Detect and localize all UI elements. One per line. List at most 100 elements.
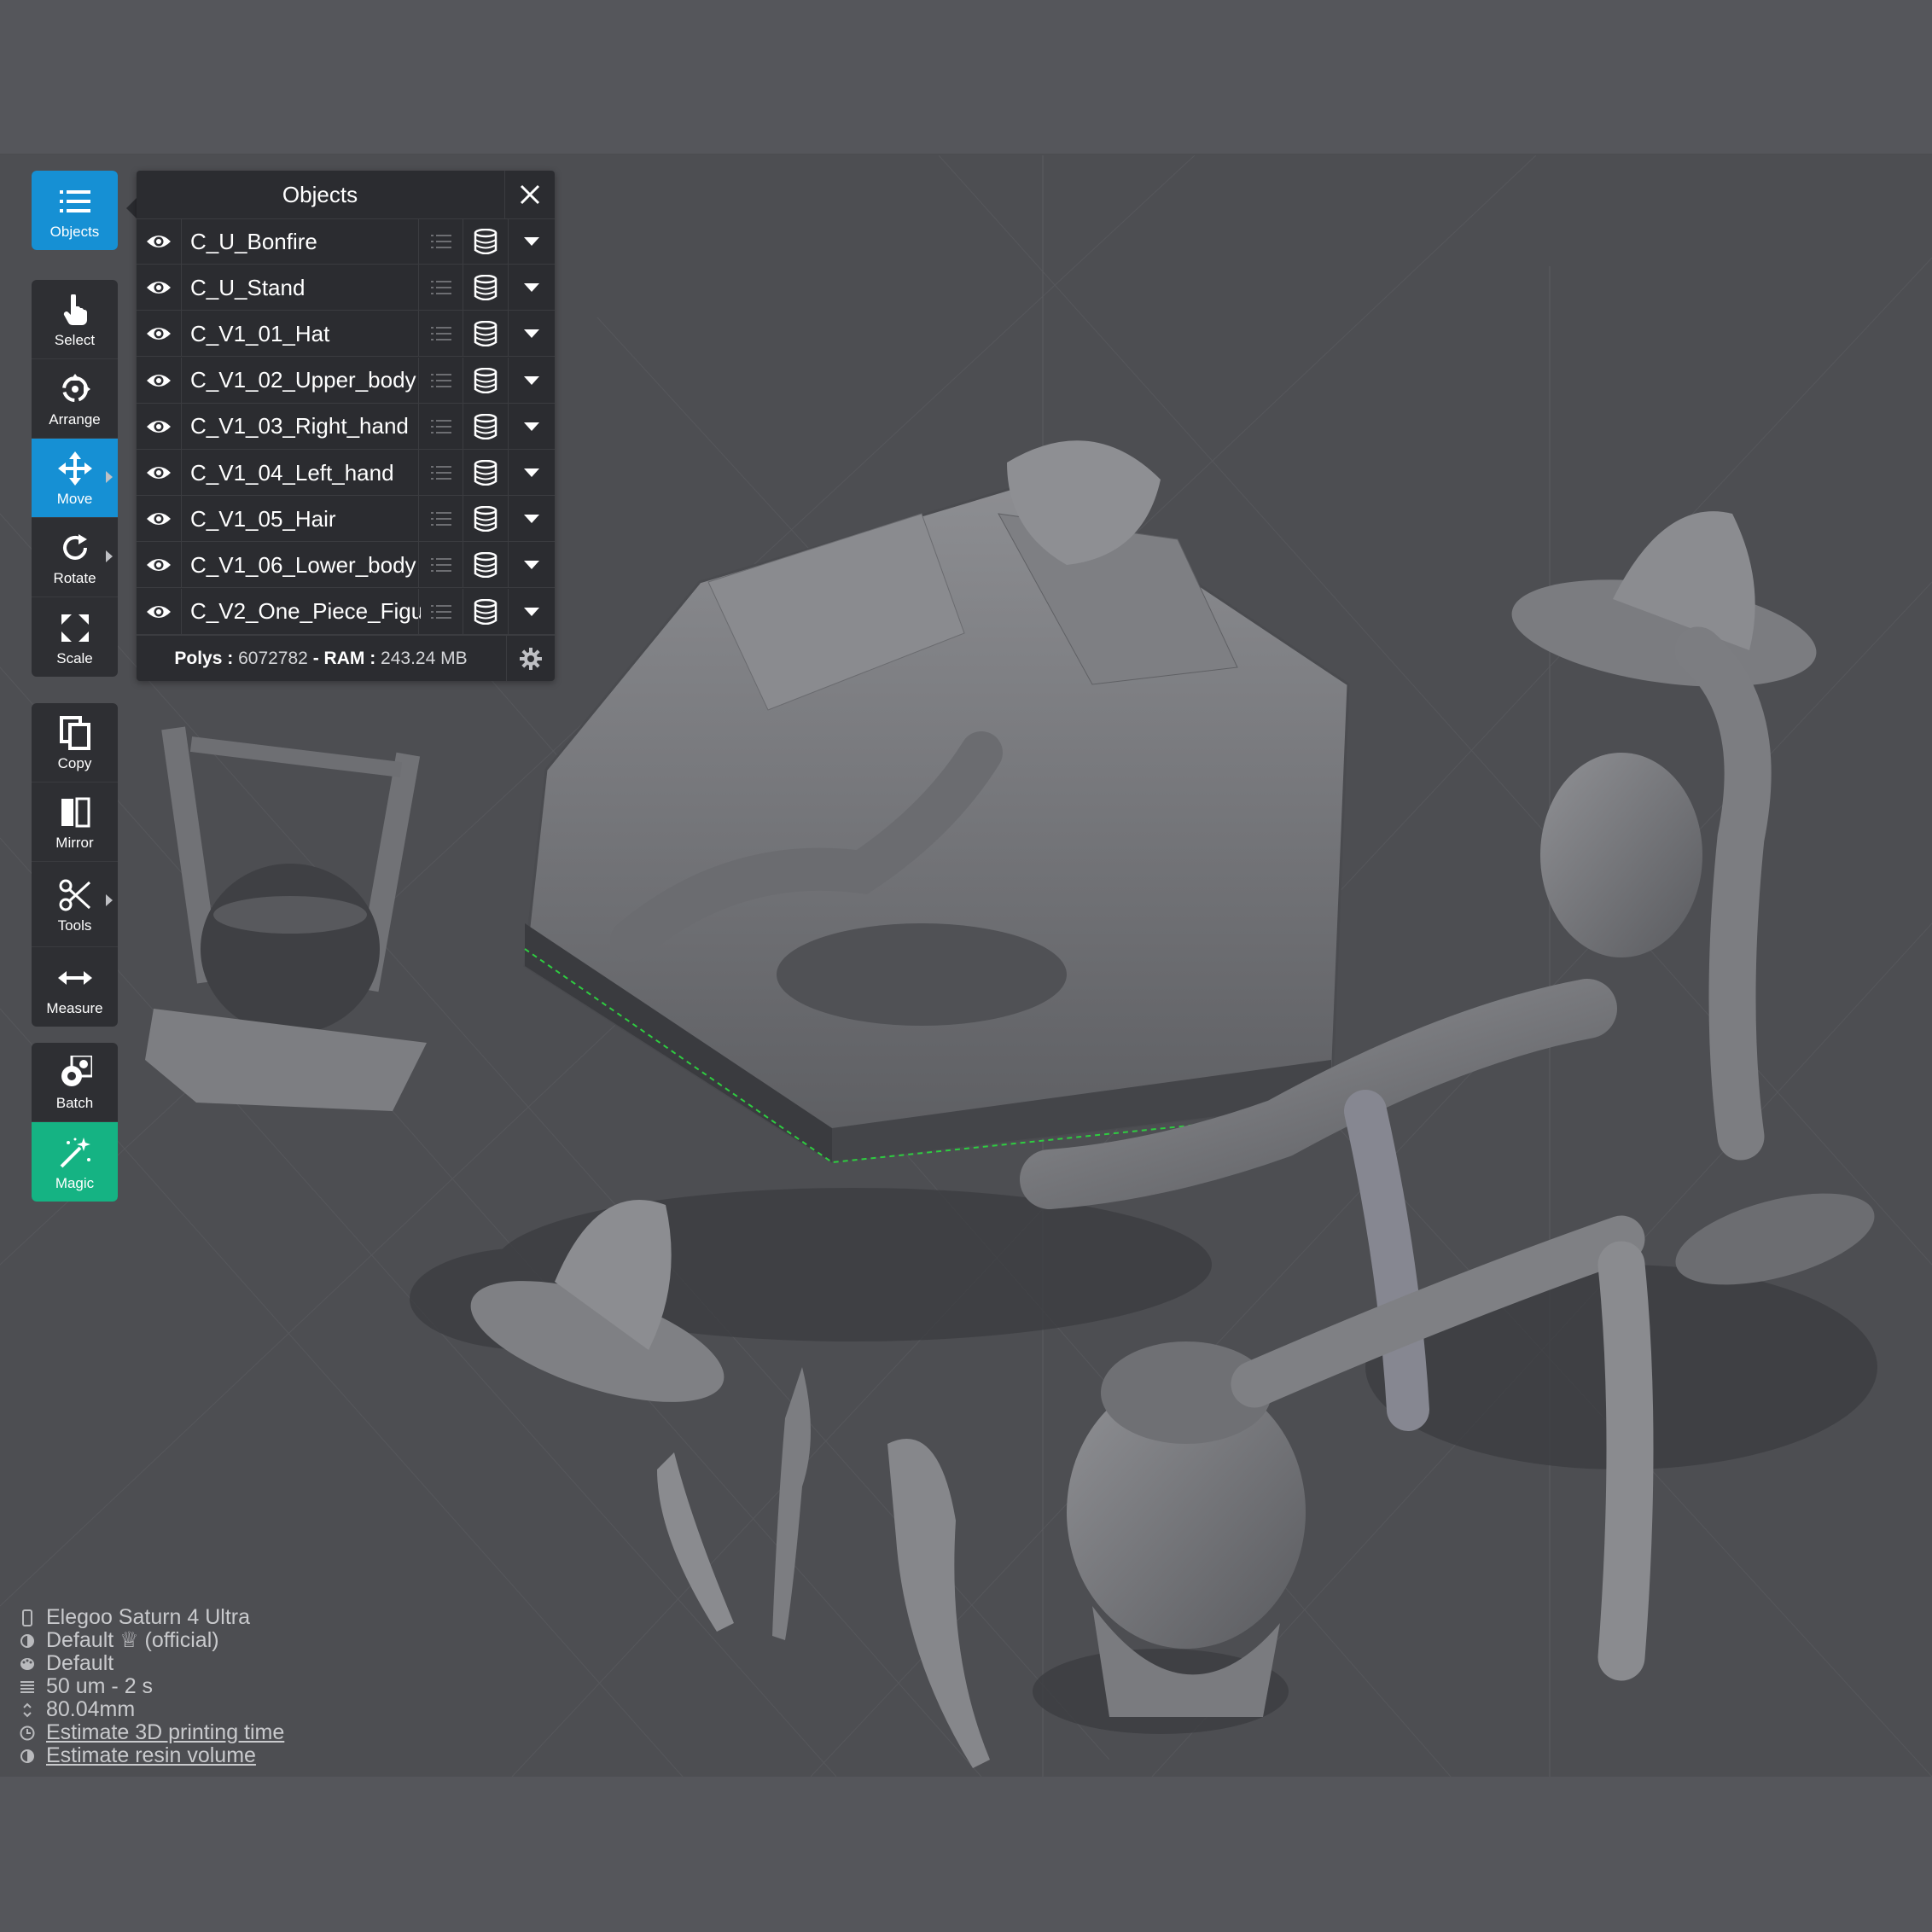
object-name-text: C_V1_03_Right_hand	[190, 413, 409, 439]
bonfire-base-diorama[interactable]	[523, 440, 1350, 1164]
object-row[interactable]: C_U_Stand	[137, 265, 555, 311]
object-support-button[interactable]	[463, 450, 509, 496]
chevron-down-icon	[524, 283, 539, 293]
eye-icon	[147, 282, 171, 294]
object-menu-button[interactable]	[418, 403, 463, 450]
object-dropdown-button[interactable]	[509, 358, 555, 404]
batch-button[interactable]: Batch	[32, 1043, 118, 1122]
object-menu-button[interactable]	[418, 542, 463, 589]
object-dropdown-button[interactable]	[509, 450, 555, 496]
object-menu-button[interactable]	[418, 218, 463, 265]
object-dropdown-button[interactable]	[509, 496, 555, 542]
object-name-text: C_V1_04_Left_hand	[190, 459, 394, 486]
object-menu-button[interactable]	[418, 265, 463, 311]
measure-button[interactable]: Measure	[32, 947, 118, 1027]
visibility-toggle[interactable]	[137, 496, 182, 543]
list-icon	[58, 184, 92, 218]
object-row[interactable]: C_V2_One_Piece_Figure	[137, 588, 555, 635]
object-support-button[interactable]	[463, 357, 509, 404]
gear-icon	[520, 648, 542, 670]
object-dropdown-button[interactable]	[509, 404, 555, 450]
tools-submenu-caret[interactable]	[106, 894, 113, 906]
estimate-resin-link[interactable]: Estimate resin volume	[46, 1744, 256, 1767]
cylinder-icon	[474, 413, 498, 439]
polys-value: 6072782	[238, 649, 308, 668]
estimate-time-line[interactable]: Estimate 3D printing time	[19, 1721, 284, 1744]
object-menu-button[interactable]	[418, 588, 463, 635]
object-support-button[interactable]	[463, 265, 509, 311]
magic-button[interactable]: Magic	[32, 1122, 118, 1202]
visibility-toggle[interactable]	[137, 403, 182, 450]
estimate-resin-line[interactable]: Estimate resin volume	[19, 1744, 284, 1767]
objects-button[interactable]: Objects	[32, 171, 118, 250]
close-panel-button[interactable]	[504, 171, 555, 218]
print-settings-info: Elegoo Saturn 4 Ultra Default ♕ (officia…	[19, 1606, 284, 1767]
hand-pointer-icon	[58, 293, 92, 327]
object-name-text: C_V1_01_Hat	[190, 320, 330, 346]
objects-panel: Objects C_U_Bonfire C_U_Stand C_V1_01_Hat C…	[137, 171, 555, 681]
palette-icon	[19, 1655, 36, 1673]
object-support-button[interactable]	[463, 542, 509, 589]
select-label: Select	[54, 332, 96, 348]
object-row[interactable]: C_V1_03_Right_hand	[137, 403, 555, 450]
select-button[interactable]: Select	[32, 280, 118, 359]
objects-panel-footer: Polys : 6072782 - RAM : 243.24 MB	[137, 635, 555, 681]
object-row[interactable]: C_V1_04_Left_hand	[137, 450, 555, 496]
resin-line[interactable]: Default ♕ (official)	[19, 1629, 284, 1652]
object-row[interactable]: C_V1_05_Hair	[137, 496, 555, 543]
object-menu-button[interactable]	[418, 311, 463, 358]
object-support-button[interactable]	[463, 588, 509, 635]
object-dropdown-button[interactable]	[509, 542, 555, 588]
cauldron-bonfire[interactable]	[145, 726, 427, 1111]
object-menu-button[interactable]	[418, 496, 463, 543]
object-dropdown-button[interactable]	[509, 218, 555, 265]
visibility-toggle[interactable]	[137, 265, 182, 311]
object-support-button[interactable]	[463, 403, 509, 450]
tools-label: Tools	[57, 917, 92, 934]
visibility-toggle[interactable]	[137, 588, 182, 635]
object-dropdown-button[interactable]	[509, 265, 555, 311]
visibility-toggle[interactable]	[137, 357, 182, 404]
object-support-button[interactable]	[463, 496, 509, 543]
color-line[interactable]: Default	[19, 1652, 284, 1675]
visibility-toggle[interactable]	[137, 218, 182, 265]
scale-icon	[58, 611, 92, 645]
object-row[interactable]: C_U_Bonfire	[137, 218, 555, 265]
rotate-button[interactable]: Rotate	[32, 518, 118, 597]
rotate-submenu-caret[interactable]	[106, 550, 113, 562]
object-menu-button[interactable]	[418, 450, 463, 496]
copy-button[interactable]: Copy	[32, 703, 118, 783]
bottom-bar	[0, 1777, 1932, 1932]
object-row[interactable]: C_V1_02_Upper_body	[137, 357, 555, 404]
object-support-button[interactable]	[463, 218, 509, 265]
visibility-toggle[interactable]	[137, 542, 182, 589]
object-support-button[interactable]	[463, 311, 509, 358]
visibility-toggle[interactable]	[137, 311, 182, 358]
settings-button[interactable]	[506, 636, 555, 681]
object-menu-button[interactable]	[418, 357, 463, 404]
printer-line[interactable]: Elegoo Saturn 4 Ultra	[19, 1606, 284, 1629]
eye-icon	[147, 467, 171, 479]
object-name-text: C_U_Stand	[190, 274, 306, 300]
objects-panel-header: Objects	[137, 171, 555, 219]
object-dropdown-button[interactable]	[509, 589, 555, 635]
copy-icon	[58, 716, 92, 750]
small-parts[interactable]	[657, 1367, 990, 1768]
layer-line[interactable]: 50 um - 2 s	[19, 1675, 284, 1698]
object-dropdown-button[interactable]	[509, 311, 555, 357]
tools-button[interactable]: Tools	[32, 862, 118, 947]
cylinder-icon	[474, 275, 498, 301]
visibility-toggle[interactable]	[137, 450, 182, 496]
move-button[interactable]: Move	[32, 439, 118, 518]
estimate-time-link[interactable]: Estimate 3D printing time	[46, 1721, 284, 1744]
move-submenu-caret[interactable]	[106, 471, 113, 483]
magic-wand-icon	[58, 1136, 92, 1170]
mirror-button[interactable]: Mirror	[32, 783, 118, 862]
layer-settings: 50 um - 2 s	[46, 1674, 154, 1698]
object-row[interactable]: C_V1_06_Lower_body	[137, 542, 555, 589]
scale-button[interactable]: Scale	[32, 597, 118, 677]
cylinder-icon	[474, 460, 498, 486]
arrange-button[interactable]: Arrange	[32, 359, 118, 439]
batch-gears-icon	[58, 1056, 92, 1090]
object-row[interactable]: C_V1_01_Hat	[137, 311, 555, 358]
